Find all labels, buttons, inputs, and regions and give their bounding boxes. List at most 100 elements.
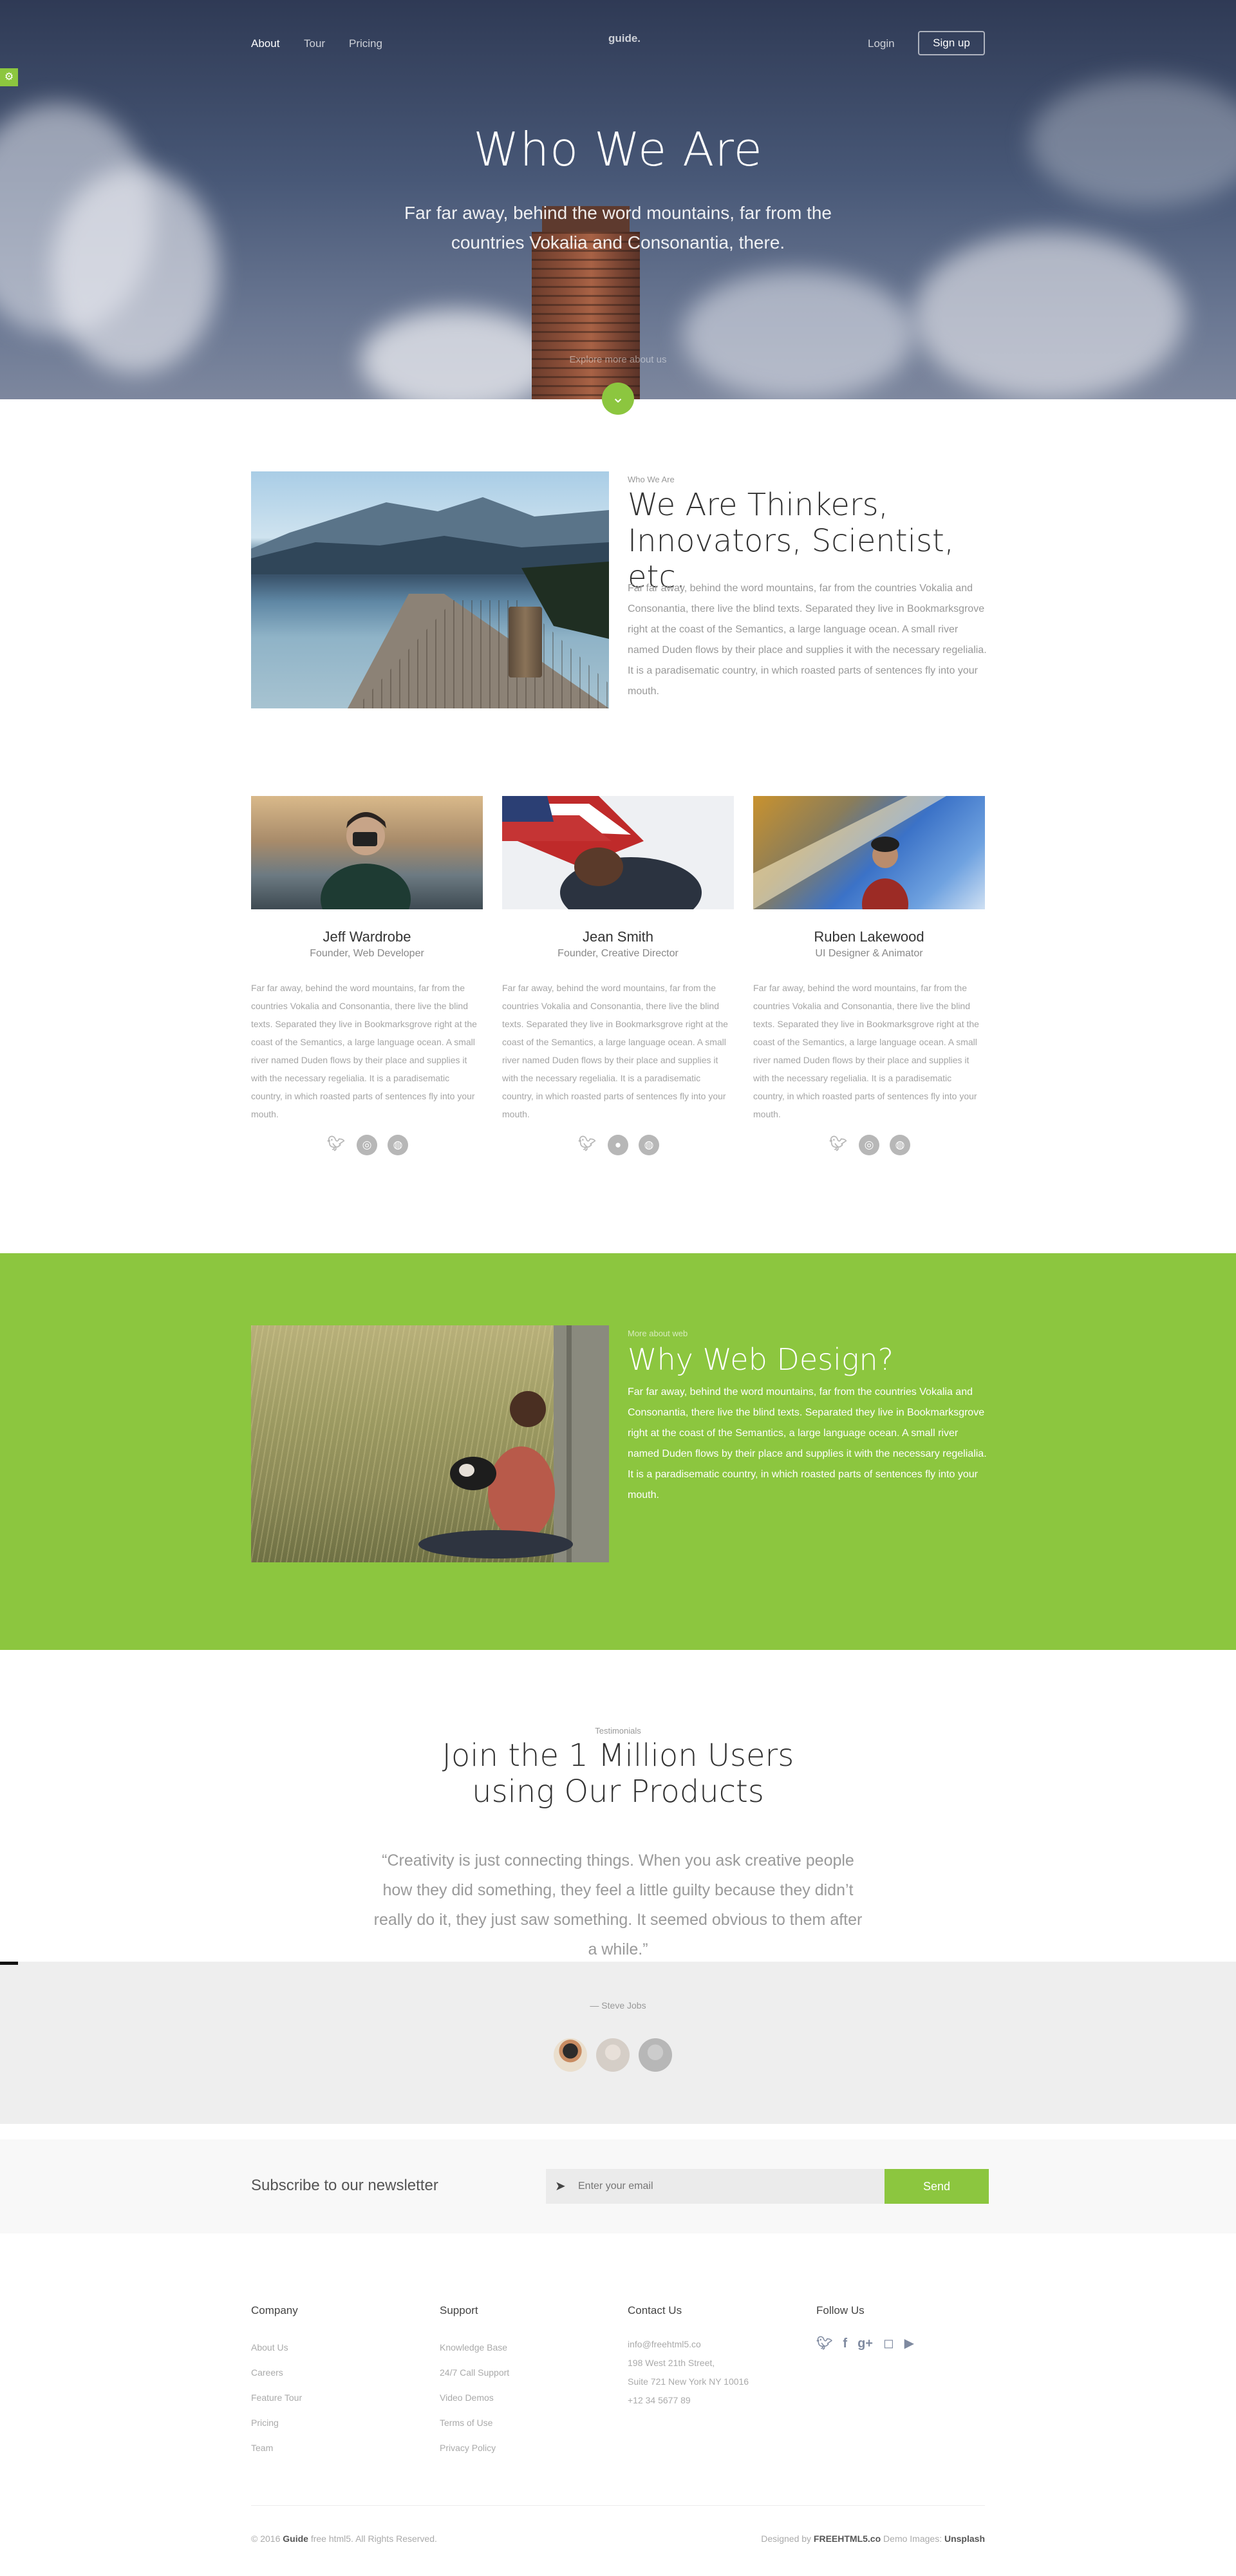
feature-text: Far far away, behind the word mountains,… xyxy=(628,1387,987,1501)
github-icon[interactable]: ● xyxy=(608,1135,628,1155)
team-card: Jeff Wardrobe Founder, Web Developer Far… xyxy=(251,796,483,1155)
footer-link-feature-tour[interactable]: Feature Tour xyxy=(251,2385,302,2410)
contact-email[interactable]: info@freehtml5.co xyxy=(628,2335,749,2354)
nav-link-tour[interactable]: Tour xyxy=(304,37,325,50)
copyright-suffix: free html5. All Rights Reserved. xyxy=(310,2533,437,2544)
footer-link-privacy[interactable]: Privacy Policy xyxy=(440,2436,509,2461)
top-nav: About Tour Pricing guide. Login Sign up xyxy=(251,31,985,57)
about-text: Far far away, behind the word mountains,… xyxy=(628,583,987,697)
copyright-prefix: © 2016 xyxy=(251,2533,281,2544)
newsletter-email-input[interactable] xyxy=(546,2169,885,2204)
footer-link-team[interactable]: Team xyxy=(251,2436,302,2461)
member-role: UI Designer & Animator xyxy=(815,948,923,959)
youtube-icon[interactable]: ▶ xyxy=(904,2335,914,2351)
facebook-icon[interactable]: f xyxy=(843,2336,847,2351)
credit-designer-link[interactable]: FREEHTML5.co xyxy=(814,2533,881,2544)
testimonials-title-line2: using Our Products xyxy=(472,1774,764,1810)
footer-link-knowledge-base[interactable]: Knowledge Base xyxy=(440,2335,509,2360)
contact-phone[interactable]: +12 34 5677 89 xyxy=(628,2391,749,2410)
login-link[interactable]: Login xyxy=(868,37,895,50)
footer-link-careers[interactable]: Careers xyxy=(251,2360,302,2385)
avatar[interactable] xyxy=(554,2038,587,2072)
footer-heading: Support xyxy=(440,2304,478,2316)
hero-section: ⚙ About Tour Pricing guide. Login Sign u… xyxy=(0,0,1236,399)
brand-logo[interactable]: guide. xyxy=(592,32,657,45)
signup-button[interactable]: Sign up xyxy=(918,31,985,55)
footer-heading: Follow Us xyxy=(816,2304,865,2316)
chevron-down-icon: ⌄ xyxy=(611,389,625,406)
member-social: 🐦︎ ◎ ◍ xyxy=(251,1133,483,1155)
member-social: 🐦︎ ● ◍ xyxy=(502,1133,734,1155)
member-bio: Far far away, behind the word mountains,… xyxy=(251,983,477,1119)
footer-link-terms[interactable]: Terms of Use xyxy=(440,2410,509,2436)
instagram-icon[interactable]: ◻ xyxy=(883,2335,894,2351)
member-name: Jean Smith xyxy=(582,929,654,945)
footer-link-pricing[interactable]: Pricing xyxy=(251,2410,302,2436)
globe-icon[interactable]: ◍ xyxy=(639,1135,659,1155)
man-dog-scene xyxy=(418,1325,609,1562)
hero-cloud xyxy=(682,270,914,399)
member-name: Jeff Wardrobe xyxy=(323,929,411,945)
settings-gear-icon[interactable]: ⚙ xyxy=(0,68,18,86)
footer-link-video-demos[interactable]: Video Demos xyxy=(440,2385,509,2410)
member-name: Ruben Lakewood xyxy=(814,929,924,945)
hero-cloud xyxy=(52,167,219,374)
hero-title: Who We Are xyxy=(473,122,763,176)
black-marker xyxy=(0,1962,18,1965)
newsletter-label: Subscribe to our newsletter xyxy=(251,2177,438,2194)
twitter-icon[interactable]: 🐦︎ xyxy=(326,1133,346,1154)
footer-link-call-support[interactable]: 24/7 Call Support xyxy=(440,2360,509,2385)
member-bio: Far far away, behind the word mountains,… xyxy=(502,983,728,1119)
google-plus-icon[interactable]: g+ xyxy=(857,2336,873,2351)
newsletter-send-button[interactable]: Send xyxy=(885,2169,989,2204)
feature-eyebrow: More about web xyxy=(628,1329,688,1338)
man-with-beanie xyxy=(753,796,946,909)
twitter-icon[interactable]: 🐦︎ xyxy=(828,1133,848,1154)
footer-divider xyxy=(251,2505,985,2506)
flag-scene xyxy=(502,796,702,909)
twitter-icon[interactable]: 🐦︎ xyxy=(816,2335,832,2351)
hero-subtitle: Far far away, behind the word mountains,… xyxy=(404,203,832,252)
team-photo-jeff xyxy=(251,796,483,909)
globe-icon[interactable]: ◍ xyxy=(890,1135,910,1155)
footer-contact: Contact Us info@freehtml5.co 198 West 21… xyxy=(628,2304,749,2410)
footer-company: Company About Us Careers Feature Tour Pr… xyxy=(251,2304,302,2461)
team-card: Ruben Lakewood UI Designer & Animator Fa… xyxy=(753,796,985,1155)
hero-cloud xyxy=(914,232,1184,399)
footer-follow: Follow Us 🐦︎ f g+ ◻ ▶ xyxy=(816,2304,924,2351)
credit-images-link[interactable]: Unsplash xyxy=(944,2533,985,2544)
dribbble-icon[interactable]: ◎ xyxy=(357,1135,377,1155)
nav-link-about[interactable]: About xyxy=(251,37,279,50)
member-role: Founder, Creative Director xyxy=(557,948,679,959)
testimonials-eyebrow: Testimonials xyxy=(595,1726,641,1736)
testimonial-avatars xyxy=(554,2038,682,2072)
footer-heading: Company xyxy=(251,2304,298,2316)
testimonials-title-line1: Join the 1 Million Users xyxy=(442,1738,794,1774)
contact-address-line1: 198 West 21th Street, xyxy=(628,2358,715,2368)
photographer-figure xyxy=(321,812,411,909)
globe-icon[interactable]: ◍ xyxy=(388,1135,408,1155)
credits: Designed by FREEHTML5.co Demo Images: Un… xyxy=(761,2533,985,2544)
avatar[interactable] xyxy=(639,2038,672,2072)
paper-plane-icon: ➤ xyxy=(555,2179,566,2193)
twitter-icon[interactable]: 🐦︎ xyxy=(577,1133,597,1154)
team-card: Jean Smith Founder, Creative Director Fa… xyxy=(502,796,734,1155)
testimonials-title: Join the 1 Million Users using Our Produ… xyxy=(0,1738,1236,1810)
footer-link-about-us[interactable]: About Us xyxy=(251,2335,302,2360)
feature-title: Why Web Design? xyxy=(628,1342,894,1377)
copyright-brand[interactable]: Guide xyxy=(283,2533,308,2544)
contact-address-line2: Suite 721 New York NY 10016 xyxy=(628,2376,749,2387)
scroll-down-button[interactable]: ⌄ xyxy=(602,383,634,415)
credit-mid: Demo Images: xyxy=(883,2533,942,2544)
dock-post xyxy=(509,607,542,677)
nav-link-pricing[interactable]: Pricing xyxy=(349,37,382,50)
avatar[interactable] xyxy=(596,2038,630,2072)
team-photo-ruben xyxy=(753,796,985,909)
footer-social-icons: 🐦︎ f g+ ◻ ▶ xyxy=(816,2335,924,2351)
about-image-lake-dock xyxy=(251,471,609,708)
team-photo-jean xyxy=(502,796,734,909)
feature-image-man-dog xyxy=(251,1325,609,1562)
dribbble-icon[interactable]: ◎ xyxy=(859,1135,879,1155)
explore-link[interactable]: Explore more about us xyxy=(0,354,1236,365)
member-role: Founder, Web Developer xyxy=(310,948,424,959)
